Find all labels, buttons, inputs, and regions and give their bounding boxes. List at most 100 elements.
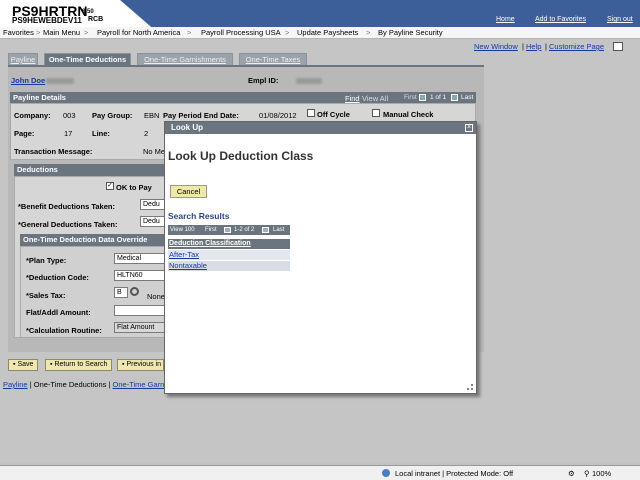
page-label: Page: (14, 129, 35, 138)
last-link[interactable]: Last (461, 94, 473, 101)
sign-out-link[interactable]: Sign out (607, 16, 633, 23)
protected-mode-icon[interactable]: ⚙ (568, 469, 575, 478)
menu-separator: > (36, 28, 41, 37)
off-cycle-checkbox[interactable] (307, 109, 315, 117)
menu-favorites[interactable]: Favorites (3, 28, 34, 37)
result-row-after-tax[interactable]: After-Tax (168, 250, 290, 260)
section-title: One-Time Deduction Data Override (23, 235, 148, 244)
previous-in-list-button[interactable]: ▪ Previous in (117, 359, 164, 371)
pay-group-value: EBN (144, 111, 160, 120)
modal-title: Look Up Deduction Class (168, 149, 314, 163)
next-arrow-icon[interactable] (451, 94, 458, 101)
tab-payline[interactable]: Payline (8, 53, 38, 65)
grid-next-icon[interactable] (262, 227, 269, 233)
menu-separator: > (366, 28, 371, 37)
lookup-search-icon[interactable] (130, 287, 139, 296)
benefit-deductions-select[interactable]: Dedu (140, 199, 166, 210)
ok-to-pay-label: OK to Pay (116, 183, 152, 192)
line-value: 2 (144, 129, 149, 138)
menu-payroll-north-america[interactable]: Payroll for North America (97, 28, 180, 37)
customize-page-link[interactable]: Customize Page (549, 42, 604, 51)
company-value: 003 (63, 111, 76, 120)
globe-icon (382, 469, 390, 477)
bottom-link-payline[interactable]: Payline (3, 380, 28, 389)
browser-status-bar: Local intranet | Protected Mode: Off ⚙ ⚲… (0, 465, 640, 480)
button-label: Return to Search (54, 361, 108, 368)
sales-tax-input[interactable]: B (114, 287, 128, 298)
transaction-message-value: No Me (143, 147, 166, 156)
flat-amount-label: Flat/Addl Amount: (26, 308, 91, 317)
line-label: Line: (92, 129, 110, 138)
section-title: Deductions (17, 165, 58, 174)
menu-payroll-processing[interactable]: Payroll Processing USA (201, 28, 281, 37)
grid-last-link[interactable]: Last (273, 225, 284, 235)
calculation-routine-select[interactable]: Flat Amount (114, 322, 166, 333)
result-row-nontaxable[interactable]: Nontaxable (168, 261, 290, 271)
calculation-routine-label: *Calculation Routine: (26, 326, 102, 335)
link-separator: | (522, 42, 524, 51)
flat-amount-input[interactable] (114, 305, 166, 316)
server-suffix: RCB (88, 16, 104, 23)
zoom-icon[interactable]: ⚲ (584, 469, 590, 478)
add-favorites-link[interactable]: Add to Favorites (535, 16, 586, 23)
company-label: Company: (14, 111, 51, 120)
menu-update-paysheets[interactable]: Update Paysheets (297, 28, 358, 37)
menu-main-menu[interactable]: Main Menu (43, 28, 80, 37)
prev-arrow-icon[interactable] (419, 94, 426, 101)
zoom-level[interactable]: 100% (592, 469, 611, 478)
window-icon[interactable] (613, 42, 623, 51)
view-100-link[interactable]: View 100 (170, 225, 195, 235)
pay-end-value: 01/08/2012 (259, 111, 297, 120)
grid-first-link[interactable]: First (205, 225, 217, 235)
tab-one-time-deductions[interactable]: One-Time Deductions (44, 53, 131, 65)
first-link[interactable]: First (404, 94, 417, 101)
app-version: 8.50 (82, 9, 94, 15)
server-name: PS9HEWEBDEV11 (12, 16, 82, 25)
plan-type-label: *Plan Type: (26, 256, 67, 265)
bottom-links: Payline | One-Time Deductions | One-Time… (3, 380, 165, 389)
close-icon[interactable]: × (465, 124, 473, 132)
column-header-deduction-classification[interactable]: Deduction Classification (168, 239, 290, 249)
override-header: One-Time Deduction Data Override (20, 234, 170, 246)
plan-type-select[interactable]: Medical (114, 253, 166, 264)
sales-tax-label: *Sales Tax: (26, 291, 66, 300)
button-label: Previous in (126, 361, 162, 368)
pay-group-label: Pay Group: (92, 111, 133, 120)
menu-separator: > (187, 28, 192, 37)
button-label: Save (17, 361, 34, 368)
search-results-heading: Search Results (168, 211, 230, 221)
deduction-code-input[interactable]: HLTN60 (114, 270, 166, 281)
bottom-link-garnishments[interactable]: One-Time Garn (113, 380, 165, 389)
view-all-link[interactable]: View All (362, 94, 388, 103)
tab-one-time-taxes[interactable]: One-Time Taxes (239, 53, 307, 65)
cancel-button[interactable]: Cancel (170, 185, 207, 198)
help-link[interactable]: Help (526, 42, 541, 51)
benefit-deductions-label: *Benefit Deductions Taken: (18, 202, 115, 211)
section-title: Payline Details (13, 93, 66, 102)
grid-counter: 1-2 of 2 (234, 227, 255, 233)
home-link[interactable]: Home (496, 16, 515, 23)
return-to-search-button[interactable]: ▪ Return to Search (45, 359, 113, 371)
off-cycle-label: Off Cycle (317, 110, 350, 119)
modal-bar-title: Look Up (171, 123, 203, 132)
transaction-message-label: Transaction Message: (14, 147, 93, 156)
manual-check-checkbox[interactable] (372, 109, 380, 117)
resize-handle[interactable] (467, 384, 473, 390)
menu-separator: > (84, 28, 89, 37)
security-zone-text: Local intranet | Protected Mode: Off (395, 469, 514, 478)
general-deductions-select[interactable]: Dedu (140, 216, 166, 227)
modal-title-bar[interactable]: Look Up (165, 122, 476, 134)
manual-check-label: Manual Check (383, 110, 434, 119)
redacted-value (46, 78, 74, 84)
lookup-modal: Look Up × Look Up Deduction Class Cancel… (164, 121, 477, 394)
grid-prev-icon[interactable] (224, 227, 231, 233)
pay-end-label: Pay Period End Date: (163, 111, 239, 120)
employee-name[interactable]: John Doe (11, 76, 45, 85)
menu-by-payline-security[interactable]: By Payline Security (378, 28, 443, 37)
new-window-link[interactable]: New Window (474, 42, 518, 51)
ok-to-pay-checkbox[interactable]: ✓ (106, 182, 114, 190)
save-button[interactable]: ▪ Save (8, 359, 39, 371)
tab-one-time-garnishments[interactable]: One-Time Garnishments (137, 53, 233, 65)
menu-separator: > (285, 28, 290, 37)
find-link[interactable]: Find (345, 94, 360, 103)
